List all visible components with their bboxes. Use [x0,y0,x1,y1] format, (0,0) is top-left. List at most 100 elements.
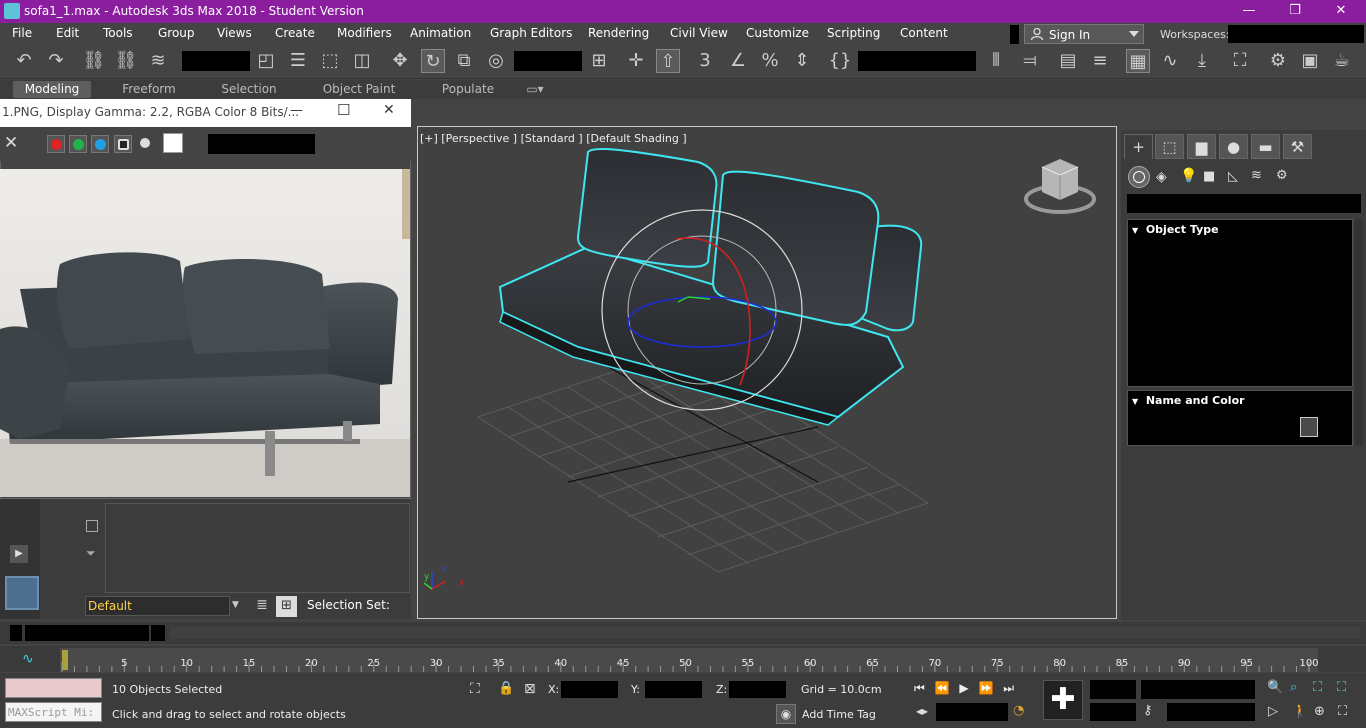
menu-graph-editors[interactable]: Graph Editors [490,26,572,40]
time-configuration-icon[interactable]: ◔ [1013,703,1024,718]
systems-icon[interactable]: ⚙ [1276,168,1288,183]
move-icon[interactable]: ✥ [388,49,412,73]
time-slider-thumb[interactable] [25,625,149,641]
rectangle-selection-icon[interactable]: ⬚ [318,49,342,73]
display-none-icon[interactable] [86,520,98,532]
curve-editor-icon[interactable]: ∿ [1158,49,1182,73]
current-frame-field[interactable] [936,703,1008,721]
monochrome-toggle[interactable] [140,138,150,148]
rotate-icon[interactable]: ↻ [421,49,445,73]
maxscript-listener-output[interactable] [5,678,102,698]
image-viewer-close-button[interactable]: ✕ [383,102,395,118]
menu-edit[interactable]: Edit [56,26,79,40]
reference-coordinate-dropdown[interactable] [514,51,582,71]
command-panel-scrollbar[interactable] [1355,219,1363,446]
named-selection-sets-dropdown[interactable] [858,51,976,71]
image-viewer-maximize-button[interactable]: ☐ [337,101,350,119]
selection-dropdown[interactable] [1141,680,1255,699]
field-of-view-icon[interactable]: ▷ [1268,704,1278,719]
lights-icon[interactable]: 💡 [1180,168,1197,184]
set-key-icon[interactable]: ✚ [1043,680,1083,720]
next-frame-icon[interactable]: ⏩ [978,681,993,695]
selection-filter-dropdown[interactable] [182,51,250,71]
viewport-layout-tab[interactable] [5,576,39,610]
render-production-icon[interactable]: ☕ [1330,49,1354,73]
redo-icon[interactable]: ↷ [44,49,68,73]
blue-channel-toggle[interactable] [91,135,109,153]
alpha-channel-toggle[interactable] [114,135,132,153]
place-icon[interactable]: ◎ [484,49,508,73]
set-key-button[interactable] [1090,703,1136,721]
menu-modifiers[interactable]: Modifiers [337,26,392,40]
angle-snap-icon[interactable]: ∠ [726,49,750,73]
time-tag-icon[interactable]: ◉ [776,704,796,724]
zoom-extents-icon[interactable]: ⛶ [1313,680,1322,695]
go-to-end-icon[interactable]: ⏭ [1003,681,1014,695]
tab-object-paint[interactable]: Object Paint [316,81,402,98]
channel-display-dropdown[interactable] [208,134,315,154]
snaps-toggle-icon[interactable]: 3 [693,49,717,73]
menu-scripting[interactable]: Scripting [827,26,880,40]
link-icon[interactable]: ⛓ [82,49,106,73]
maximize-viewport-icon[interactable]: ⛶ [1338,704,1347,719]
spinner-snap-icon[interactable]: ⇕ [790,49,814,73]
perspective-viewport[interactable]: z x y [417,126,1117,619]
menu-tools[interactable]: Tools [103,26,133,40]
tab-freeform[interactable]: Freeform [110,81,188,98]
zoom-all-icon[interactable]: ⌕ [1290,680,1297,695]
scale-icon[interactable]: ⧉ [452,49,476,73]
clear-icon[interactable]: ✕ [4,133,18,153]
maximize-button[interactable]: ❐ [1272,0,1318,23]
previous-frame-icon[interactable]: ⏪ [935,681,950,695]
red-channel-toggle[interactable] [47,135,65,153]
mirror-icon[interactable]: ⫴ [984,49,1008,73]
layer-dropdown[interactable]: Default [85,596,230,616]
window-crossing-icon[interactable]: ◫ [350,49,374,73]
hierarchy-tab-icon[interactable]: ▆ [1187,134,1216,159]
motion-tab-icon[interactable]: ● [1219,134,1248,159]
time-config-icon[interactable]: ◂▸ [916,704,928,718]
object-type-rollout[interactable]: ▼ Object Type [1127,219,1353,387]
render-setup-icon[interactable]: ⚙ [1266,49,1290,73]
isolate-selection-icon[interactable]: ⛶ [470,681,480,697]
hierarchy-icon[interactable]: ⊞ [276,596,297,617]
cameras-icon[interactable]: ■ [1203,169,1215,184]
schematic-view-icon[interactable]: ⤓ [1190,49,1214,73]
ribbon-options-icon[interactable]: ▭▾ [520,81,550,98]
utilities-tab-icon[interactable]: ⚒ [1283,134,1312,159]
x-coordinate-field[interactable] [561,681,618,698]
curve-editor-mini-icon[interactable]: ∿ [22,651,34,667]
unlink-icon[interactable]: ⛓ [114,49,138,73]
maxscript-mini-listener[interactable]: MAXScript Mi: [5,702,102,722]
menu-rendering[interactable]: Rendering [588,26,649,40]
geometry-icon[interactable] [1128,166,1150,188]
time-slider-track[interactable] [170,627,1360,639]
go-to-start-icon[interactable]: ⏮ [914,681,925,695]
helpers-icon[interactable]: ◺ [1228,169,1238,184]
rendered-frame-window-icon[interactable]: ▣ [1298,49,1322,73]
walk-through-icon[interactable]: 🚶 [1292,704,1308,719]
chevron-down-icon[interactable]: ▼ [232,600,239,610]
keyboard-shortcut-override-icon[interactable]: ⇧ [656,49,680,73]
toggle-scene-explorer-icon[interactable]: ▤ [1056,49,1080,73]
edit-named-selection-icon[interactable]: {} [828,49,852,73]
layers-icon[interactable]: ≣ [252,597,272,617]
select-by-name-icon[interactable]: ☰ [286,49,310,73]
undo-icon[interactable]: ↶ [12,49,36,73]
orbit-icon[interactable]: ⊕ [1314,704,1325,719]
zoom-extents-all-icon[interactable]: ⛶ [1337,680,1346,695]
menu-civil-view[interactable]: Civil View [670,26,728,40]
create-tab-icon[interactable]: + [1124,134,1153,159]
y-coordinate-field[interactable] [645,681,702,698]
key-filters-icon[interactable]: ⚷ [1143,703,1153,718]
selection-lock-icon[interactable]: 🔒 [498,681,514,696]
swatch[interactable] [163,133,183,153]
add-time-tag-button[interactable]: Add Time Tag [802,708,876,721]
close-button[interactable]: ✕ [1318,0,1364,23]
image-viewer-minimize-button[interactable]: — [290,103,303,118]
modify-tab-icon[interactable]: ⬚ [1155,134,1184,159]
object-color-swatch[interactable] [1300,417,1318,437]
zoom-icon[interactable]: 🔍 [1267,680,1283,695]
menu-create[interactable]: Create [275,26,315,40]
name-and-color-rollout[interactable]: ▼ Name and Color [1127,390,1353,446]
